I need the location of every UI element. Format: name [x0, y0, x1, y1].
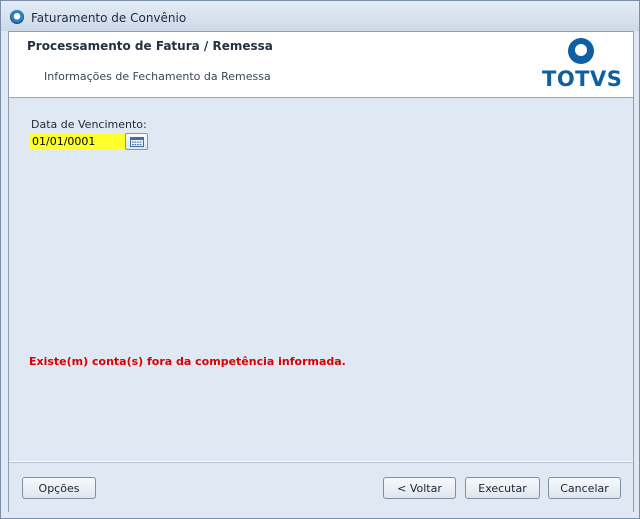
title-bar: Faturamento de Convênio — [1, 1, 639, 31]
execute-button[interactable]: Executar — [465, 477, 540, 499]
options-button[interactable]: Opções — [22, 477, 96, 499]
due-date-input[interactable] — [30, 133, 126, 150]
form-area: Data de Vencimento: 01/01/0001 Existe(m)… — [9, 98, 633, 461]
page-title: Processamento de Fatura / Remessa — [27, 39, 273, 53]
totvs-logo: TOTVS — [541, 38, 623, 91]
button-bar: Opções < Voltar Executar Cancelar — [9, 462, 633, 512]
wizard-header: Processamento de Fatura / Remessa Inform… — [9, 32, 633, 98]
back-button[interactable]: < Voltar — [383, 477, 456, 499]
wizard-panel: Processamento de Fatura / Remessa Inform… — [8, 31, 634, 512]
cancel-button[interactable]: Cancelar — [548, 477, 621, 499]
app-window: Faturamento de Convênio Processamento de… — [0, 0, 640, 519]
calendar-icon — [130, 137, 144, 147]
totvs-logo-mark-icon — [568, 38, 594, 64]
window-title: Faturamento de Convênio — [31, 11, 187, 25]
page-subtitle: Informações de Fechamento da Remessa — [44, 70, 271, 83]
due-date-label: Data de Vencimento: — [31, 118, 147, 131]
competence-warning: Existe(m) conta(s) fora da competência i… — [29, 355, 346, 368]
calendar-button[interactable] — [125, 133, 148, 150]
app-icon — [10, 10, 24, 24]
totvs-logo-text: TOTVS — [542, 67, 623, 91]
